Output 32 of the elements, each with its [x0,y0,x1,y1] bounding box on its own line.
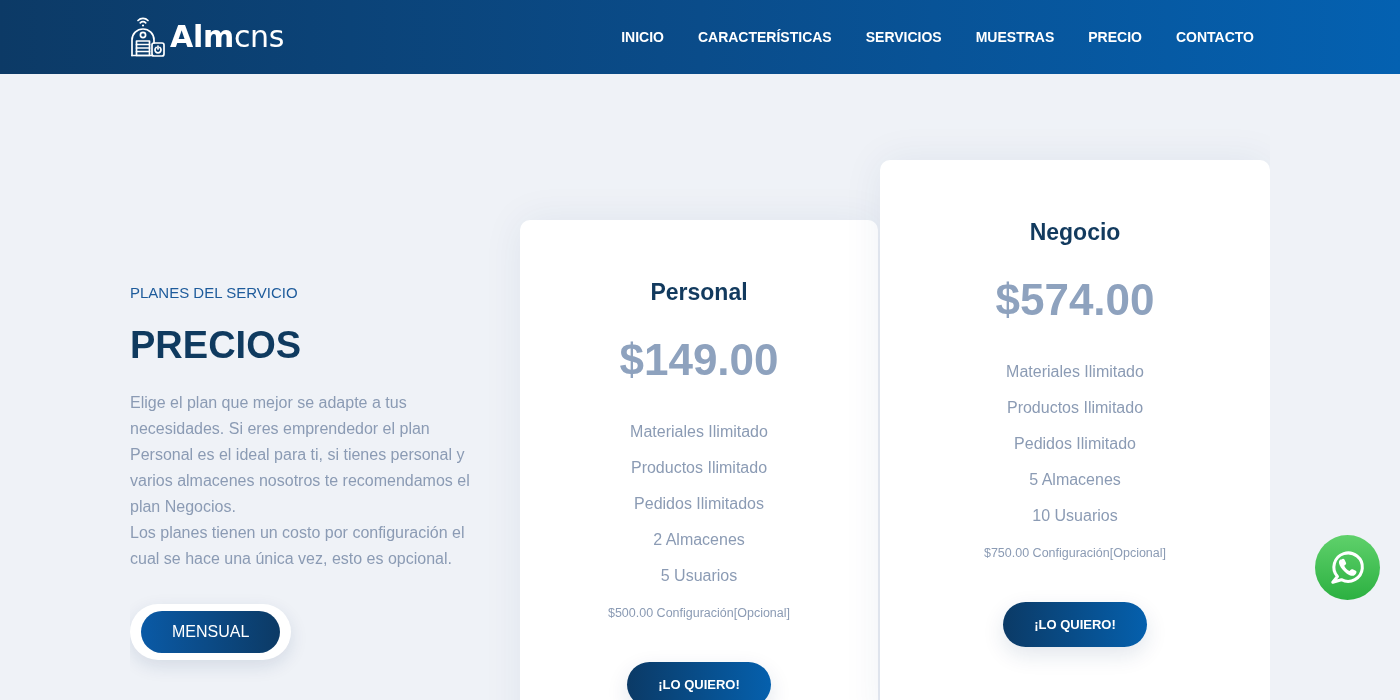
nav-link[interactable]: CONTACTO [1175,27,1254,47]
plan-feature: Materiales Ilimitado [629,422,769,442]
plan-feature: 5 Usuarios [659,566,739,586]
plan-feature: 10 Usuarios [1031,506,1119,526]
plan-feature: Pedidos Ilimitado [1013,434,1137,454]
nav-link[interactable]: PRECIO [1088,27,1142,47]
nav-link[interactable]: CARACTERÍSTICAS [697,27,832,47]
plan-feature: Productos Ilimitado [629,458,769,478]
plan-feature: 5 Almacenes [1028,470,1122,490]
nav-link[interactable]: INICIO [621,27,664,47]
section-eyebrow: PLANES DEL SERVICIO [130,283,299,302]
plan-feature: Productos Ilimitado [1005,398,1145,418]
order-button[interactable]: ¡LO QUIERO! [627,662,771,700]
setup-fee-text: $750.00 Configuración[Opcional] [982,545,1168,562]
description-text: Elige el plan que mejor se adapte a tus necesidades. Si eres emprendedor el plan Personal es el ideal para ti, si tienes personal y varios almacenes nosotros te recomendamos el plan Negocios. [130,393,471,517]
nav-link[interactable]: MUESTRAS [975,27,1055,47]
plan-name: Personal [649,278,749,307]
plan-price: $574.00 [994,274,1156,326]
section-heading: PRECIOS [130,323,303,368]
nav-link[interactable]: SERVICIOS [865,27,942,47]
plan-feature: Pedidos Ilimitados [633,494,765,514]
plan-name: Negocio [1028,218,1122,247]
plan-feature: 2 Almacenes [652,530,746,550]
phone-chat-icon[interactable] [1315,535,1380,600]
logo-link[interactable]: Almcns [130,17,285,57]
description-text: Los planes tienen un costo por configuración el cual se hace una única vez, esto es opcional. [130,523,466,569]
billing-option[interactable]: MENSUAL [141,611,281,653]
plan-price: $149.00 [618,334,780,386]
setup-fee-text: $500.00 Configuración[Opcional] [606,605,792,622]
order-button[interactable]: ¡LO QUIERO! [1003,602,1147,647]
warehouse-logo-icon [130,17,166,57]
plan-feature: Materiales Ilimitado [1005,362,1145,382]
